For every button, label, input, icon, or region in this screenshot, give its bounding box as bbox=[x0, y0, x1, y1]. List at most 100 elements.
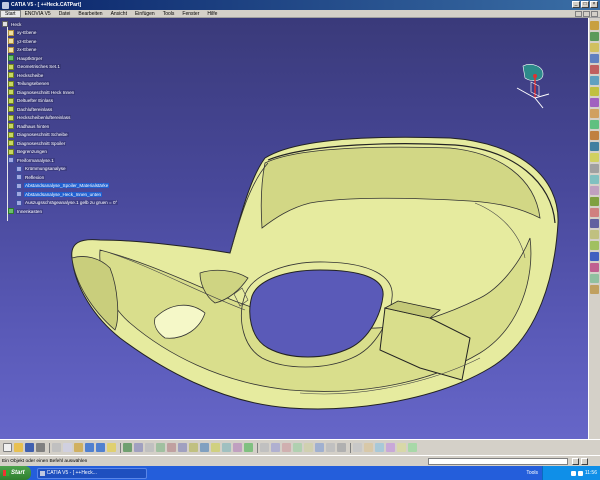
toolbar-extrude-icon[interactable] bbox=[590, 87, 599, 96]
properties-icon[interactable] bbox=[337, 443, 346, 452]
undo-icon[interactable] bbox=[85, 443, 94, 452]
tree-node-auszugsschraegeanalyse[interactable]: Auszugsschrägeanalyse.1 gelb zu gruen = … bbox=[16, 199, 119, 207]
swap-space-icon[interactable] bbox=[244, 443, 253, 452]
tree-node-diagnoseschnitt-scheibe[interactable]: Diagnoseschnitt Scheibe bbox=[8, 131, 69, 139]
tree-node-main-body[interactable]: Hauptkörper bbox=[8, 54, 44, 62]
menu-datei[interactable]: Datei bbox=[55, 11, 75, 17]
compass-icon[interactable] bbox=[505, 58, 555, 113]
menu-enovia[interactable]: ENOVIA V5 bbox=[21, 11, 55, 17]
maximize-button[interactable]: □ bbox=[581, 1, 589, 8]
tree-node-geometric-set-1[interactable]: Geometrisches Set.1 bbox=[8, 63, 61, 71]
toolbar-section-icon[interactable] bbox=[590, 263, 599, 272]
catalog-icon[interactable] bbox=[304, 443, 313, 452]
design-table-icon[interactable] bbox=[397, 443, 406, 452]
volume-icon[interactable] bbox=[570, 470, 576, 476]
menu-tools[interactable]: Tools bbox=[159, 11, 179, 17]
multi-view-icon[interactable] bbox=[200, 443, 209, 452]
toolbar-curve-icon[interactable] bbox=[590, 197, 599, 206]
check-icon[interactable] bbox=[408, 443, 417, 452]
tree-node-reflexion[interactable]: Reflexion bbox=[16, 173, 46, 181]
rear-part-model[interactable] bbox=[0, 18, 588, 439]
command-stop-button[interactable] bbox=[572, 458, 579, 465]
menu-einfuegen[interactable]: Einfügen bbox=[131, 11, 159, 17]
cut-icon[interactable] bbox=[52, 443, 61, 452]
network-icon[interactable] bbox=[577, 470, 583, 476]
tree-node-begrenzungen[interactable]: Begrenzungen bbox=[8, 148, 48, 156]
toolbar-plane-icon[interactable] bbox=[590, 76, 599, 85]
toolbar-analysis-icon[interactable] bbox=[590, 54, 599, 63]
command-ok-button[interactable] bbox=[581, 458, 588, 465]
rotate-icon[interactable] bbox=[156, 443, 165, 452]
measure-between-icon[interactable] bbox=[260, 443, 269, 452]
3d-viewport[interactable]: Heck xy-Ebene yz-Ebene zx-Ebene Hauptkör… bbox=[0, 18, 588, 439]
close-button[interactable]: × bbox=[590, 1, 598, 8]
toolbar-pad-icon[interactable] bbox=[590, 32, 599, 41]
iso-view-icon[interactable] bbox=[211, 443, 220, 452]
new-file-icon[interactable] bbox=[3, 443, 12, 452]
tree-node-radhaus-hinten[interactable]: Radhaus hinten bbox=[8, 122, 51, 130]
hide-show-icon[interactable] bbox=[233, 443, 242, 452]
toolbar-sketch-icon[interactable] bbox=[590, 21, 599, 30]
menu-fenster[interactable]: Fenster bbox=[178, 11, 203, 17]
save-icon[interactable] bbox=[25, 443, 34, 452]
shading-icon[interactable] bbox=[222, 443, 231, 452]
toolbar-split-icon[interactable] bbox=[590, 131, 599, 140]
toolbar-join-icon[interactable] bbox=[590, 142, 599, 151]
toolbar-pattern-icon[interactable] bbox=[590, 252, 599, 261]
doc-restore-button[interactable] bbox=[583, 11, 590, 17]
tree-node-heckscheibe[interactable]: Heckscheibe bbox=[8, 71, 45, 79]
window-titlebar[interactable]: CATIA V5 - [ ++Heck.CATPart] _ □ × bbox=[0, 0, 600, 10]
minimize-button[interactable]: _ bbox=[572, 1, 580, 8]
doc-close-button[interactable] bbox=[591, 11, 598, 17]
tree-node-diagnoseschnitt-heck[interactable]: Diagnoseschnitt Heck Innen bbox=[8, 88, 76, 96]
measure-item-icon[interactable] bbox=[271, 443, 280, 452]
open-folder-icon[interactable] bbox=[14, 443, 23, 452]
normal-view-icon[interactable] bbox=[189, 443, 198, 452]
parameter-icon[interactable] bbox=[353, 443, 362, 452]
toolbar-line-icon[interactable] bbox=[590, 186, 599, 195]
tree-node-innenkasten[interactable]: Innenkasten bbox=[8, 207, 44, 215]
menu-ansicht[interactable]: Ansicht bbox=[107, 11, 131, 17]
tree-node-xy-plane[interactable]: xy-Ebene bbox=[8, 29, 38, 37]
toolbar-material-icon[interactable] bbox=[590, 285, 599, 294]
tree-node-heck[interactable]: Heck bbox=[2, 20, 23, 28]
tray-clock[interactable]: 11:56 bbox=[585, 470, 597, 476]
toolbar-mirror-icon[interactable] bbox=[590, 241, 599, 250]
copy-icon[interactable] bbox=[63, 443, 72, 452]
tree-node-kruemmungsanalyse[interactable]: Krümmungsanalyse bbox=[16, 165, 67, 173]
toolbar-draft-icon[interactable] bbox=[590, 230, 599, 239]
tree-node-abstandsanalyse-spoiler[interactable]: Abstandsanalyse_Spoiler_Materialstärke bbox=[16, 182, 110, 190]
paste-icon[interactable] bbox=[74, 443, 83, 452]
redo-icon[interactable] bbox=[96, 443, 105, 452]
toolbar-measure-icon[interactable] bbox=[590, 65, 599, 74]
tree-node-teilungsebenen[interactable]: Teilungsebenen bbox=[8, 80, 51, 88]
print-icon[interactable] bbox=[36, 443, 45, 452]
zoom-out-icon[interactable] bbox=[178, 443, 187, 452]
doc-minimize-button[interactable] bbox=[575, 11, 582, 17]
tree-node-heckscheibenluftereinlass[interactable]: Heckscheibenluftereinlass bbox=[8, 114, 72, 122]
macro-icon[interactable] bbox=[326, 443, 335, 452]
fly-mode-icon[interactable] bbox=[123, 443, 132, 452]
toolbar-loft-icon[interactable] bbox=[590, 120, 599, 129]
fit-all-icon[interactable] bbox=[134, 443, 143, 452]
law-icon[interactable] bbox=[386, 443, 395, 452]
toolbar-intersect-icon[interactable] bbox=[590, 219, 599, 228]
toolbar-sweep-icon[interactable] bbox=[590, 109, 599, 118]
catia-app-icon[interactable] bbox=[2, 1, 9, 9]
knowledge-icon[interactable] bbox=[375, 443, 384, 452]
toolbar-surface-icon[interactable] bbox=[590, 43, 599, 52]
tree-node-abstandsanalyse-heck[interactable]: Abstandsanalyse_Heck_Innen_unten bbox=[16, 190, 103, 198]
toolbar-trim-icon[interactable] bbox=[590, 164, 599, 173]
toolbar-project-icon[interactable] bbox=[590, 208, 599, 217]
measure-inertia-icon[interactable] bbox=[282, 443, 291, 452]
help-icon[interactable] bbox=[107, 443, 116, 452]
tree-node-freiformanalyse[interactable]: Freiformanalyse.1 bbox=[8, 156, 55, 164]
toolbar-fillet-icon[interactable] bbox=[590, 98, 599, 107]
start-button[interactable]: Start bbox=[0, 466, 31, 480]
taskbar-tools[interactable]: Tools bbox=[526, 470, 538, 476]
command-input[interactable] bbox=[428, 458, 568, 465]
tree-node-deltuefter-einlass[interactable]: Deltuefter Einlass bbox=[8, 97, 55, 105]
menu-start[interactable]: Start bbox=[0, 9, 21, 18]
apply-material-icon[interactable] bbox=[293, 443, 302, 452]
tree-node-yz-plane[interactable]: yz-Ebene bbox=[8, 37, 38, 45]
